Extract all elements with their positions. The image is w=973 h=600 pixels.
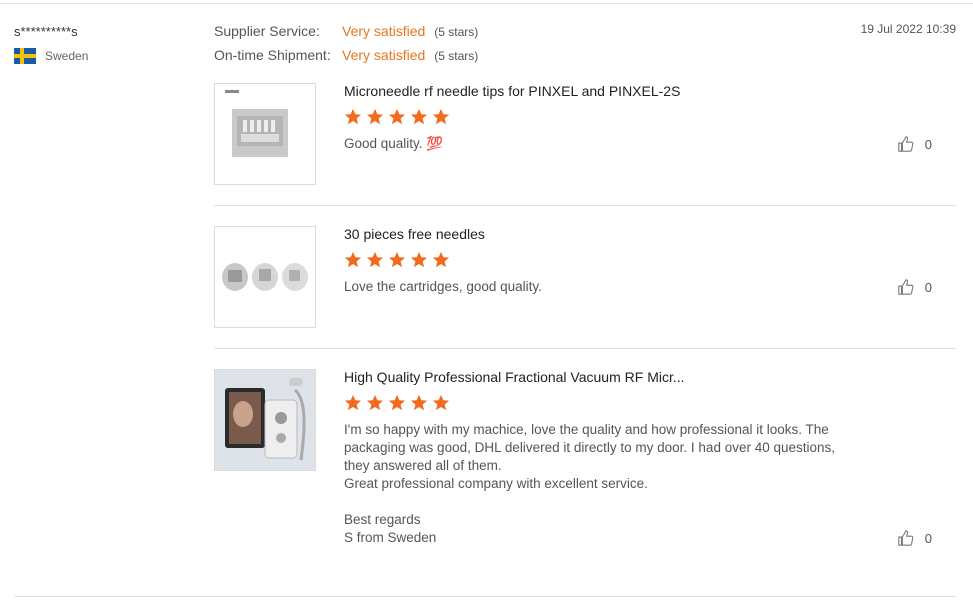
product-title[interactable]: 30 pieces free needles xyxy=(344,226,485,242)
star-icon xyxy=(410,108,428,125)
rating-label: Supplier Service: xyxy=(214,23,320,39)
sweden-flag-icon xyxy=(14,48,36,64)
review-item: 30 pieces free needles Love the cartridg… xyxy=(214,226,956,336)
bottom-divider xyxy=(14,596,956,597)
reviewer-name: s**********s xyxy=(14,24,78,39)
review-text-line: S from Sweden xyxy=(344,530,437,545)
review-text-line: I'm so happy with my machice, love the q… xyxy=(344,422,829,437)
product-title[interactable]: Microneedle rf needle tips for PINXEL an… xyxy=(344,83,680,99)
rf-machine-image xyxy=(215,370,315,470)
review-date: 19 Jul 2022 10:39 xyxy=(860,22,956,36)
star-icon xyxy=(410,251,428,268)
review-text-line: Great professional company with excellen… xyxy=(344,476,648,491)
review-text: Good quality. 💯 xyxy=(344,136,444,151)
star-rating xyxy=(344,108,450,126)
product-thumbnail[interactable] xyxy=(214,226,316,328)
star-icon xyxy=(388,108,406,125)
review-text-line: they answered all of them. xyxy=(344,458,502,473)
star-icon xyxy=(432,251,450,268)
like-count: 0 xyxy=(924,136,932,152)
product-thumbnail[interactable] xyxy=(214,83,316,185)
thumbs-up-icon xyxy=(898,530,914,546)
item-divider xyxy=(214,348,956,349)
star-icon xyxy=(410,394,428,411)
like-count: 0 xyxy=(924,279,932,295)
item-divider xyxy=(214,205,956,206)
like-count: 0 xyxy=(924,530,932,546)
needle-cartridges-image xyxy=(222,263,308,291)
needle-tip-box-image xyxy=(225,90,288,157)
star-icon xyxy=(388,394,406,411)
thumbs-up-icon xyxy=(898,136,914,152)
reviewer-country: Sweden xyxy=(14,48,88,64)
like-button[interactable]: 0 xyxy=(897,529,932,547)
review-item: High Quality Professional Fractional Vac… xyxy=(214,369,956,559)
like-button[interactable]: 0 xyxy=(897,135,932,153)
star-rating xyxy=(344,394,450,412)
star-icon xyxy=(344,108,362,125)
like-button[interactable]: 0 xyxy=(897,278,932,296)
rating-value: Very satisfied xyxy=(342,47,426,63)
review-text: I'm so happy with my machice, love the q… xyxy=(344,421,835,547)
review-text-line: Best regards xyxy=(344,512,421,527)
top-divider xyxy=(0,3,973,4)
star-rating xyxy=(344,251,450,269)
star-icon xyxy=(366,251,384,268)
country-label: Sweden xyxy=(45,49,89,63)
review-text-line: packaging was good, DHL delivered it dir… xyxy=(344,440,836,455)
product-thumbnail[interactable] xyxy=(214,369,316,471)
product-title[interactable]: High Quality Professional Fractional Vac… xyxy=(344,369,685,385)
star-icon xyxy=(366,108,384,125)
rating-stars-text: (5 stars) xyxy=(434,25,479,39)
review-text: Love the cartridges, good quality. xyxy=(344,279,542,294)
review-text-line xyxy=(344,493,835,511)
rating-stars-text: (5 stars) xyxy=(434,49,479,63)
supplier-service-rating: Supplier Service: Very satisfied (5 star… xyxy=(214,23,478,39)
thumbs-up-icon xyxy=(898,279,914,295)
star-icon xyxy=(432,108,450,125)
star-icon xyxy=(388,251,406,268)
star-icon xyxy=(344,394,362,411)
star-icon xyxy=(432,394,450,411)
rating-value: Very satisfied xyxy=(342,23,426,39)
review-item: Microneedle rf needle tips for PINXEL an… xyxy=(214,83,956,193)
star-icon xyxy=(344,251,362,268)
star-icon xyxy=(366,394,384,411)
rating-label: On-time Shipment: xyxy=(214,47,331,63)
ontime-shipment-rating: On-time Shipment: Very satisfied (5 star… xyxy=(214,47,478,63)
